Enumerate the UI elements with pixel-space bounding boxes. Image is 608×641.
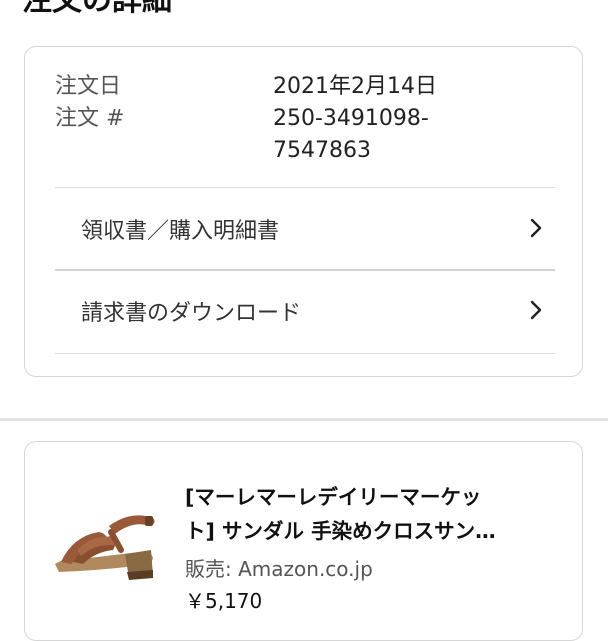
product-title-line2: ト] サンダル 手染めクロスサン… [185, 519, 496, 543]
product-title-line1: [マーレマーレデイリーマーケッ [185, 485, 482, 509]
receipt-link[interactable]: 領収書／購入明細書 [55, 189, 555, 269]
receipt-link-label: 領収書／購入明細書 [81, 219, 280, 244]
chevron-right-icon [530, 218, 542, 238]
divider [55, 353, 555, 354]
seller-label: 販売: [185, 557, 232, 581]
order-date-label: 注文日 [55, 74, 122, 99]
product-seller: 販売: Amazon.co.jp [185, 553, 373, 582]
sandal-image[interactable] [47, 492, 167, 582]
order-number-value-line1: 250-3491098- [273, 106, 429, 131]
product-card[interactable]: [マーレマーレデイリーマーケッ ト] サンダル 手染めクロスサン… 販売: Am… [24, 441, 583, 641]
section-separator [0, 418, 608, 421]
order-number-value-line2: 7547863 [273, 138, 371, 163]
product-title[interactable]: [マーレマーレデイリーマーケッ ト] サンダル 手染めクロスサン… [185, 480, 565, 548]
order-details-card: 注文日 2021年2月14日 注文 # 250-3491098- 7547863… [24, 46, 583, 377]
invoice-download-link[interactable]: 請求書のダウンロード [55, 271, 555, 351]
page-title: 注文の詳細 [22, 0, 172, 18]
divider [55, 187, 555, 188]
chevron-right-icon [530, 300, 542, 320]
product-price: ￥5,170 [185, 589, 263, 613]
seller-name: Amazon.co.jp [238, 557, 373, 581]
invoice-download-link-label: 請求書のダウンロード [81, 301, 302, 326]
order-date-value: 2021年2月14日 [273, 74, 437, 99]
order-number-label: 注文 # [55, 106, 125, 131]
